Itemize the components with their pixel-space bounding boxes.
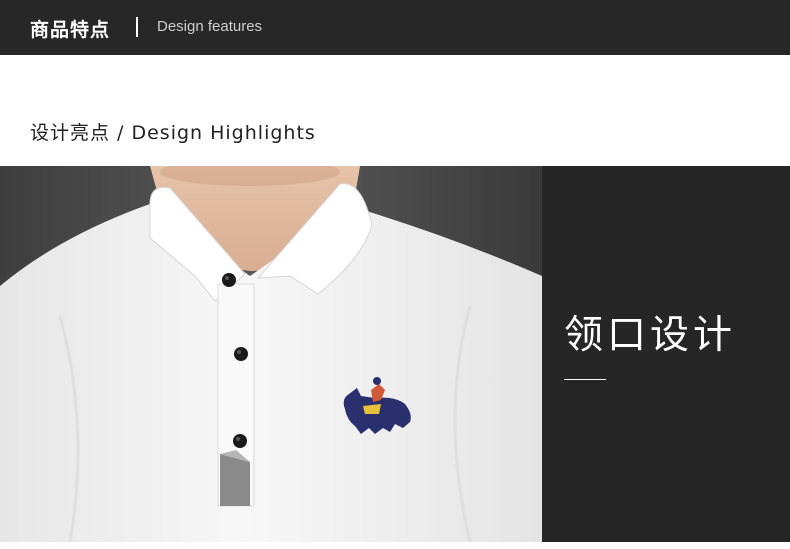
header-title-en: Design features bbox=[157, 18, 263, 35]
feature-panel: 领口设计 bbox=[542, 166, 790, 542]
header-bar: 商品特点 Design features bbox=[0, 0, 790, 55]
header-separator bbox=[136, 17, 138, 37]
bottom-strip bbox=[0, 542, 790, 549]
section-subtitle: 设计亮点 / Design Highlights bbox=[30, 122, 316, 144]
feature-divider bbox=[564, 379, 606, 380]
header-title-zh: 商品特点 bbox=[30, 19, 111, 41]
collar-photo bbox=[0, 166, 542, 542]
feature-title: 领口设计 bbox=[564, 313, 737, 358]
